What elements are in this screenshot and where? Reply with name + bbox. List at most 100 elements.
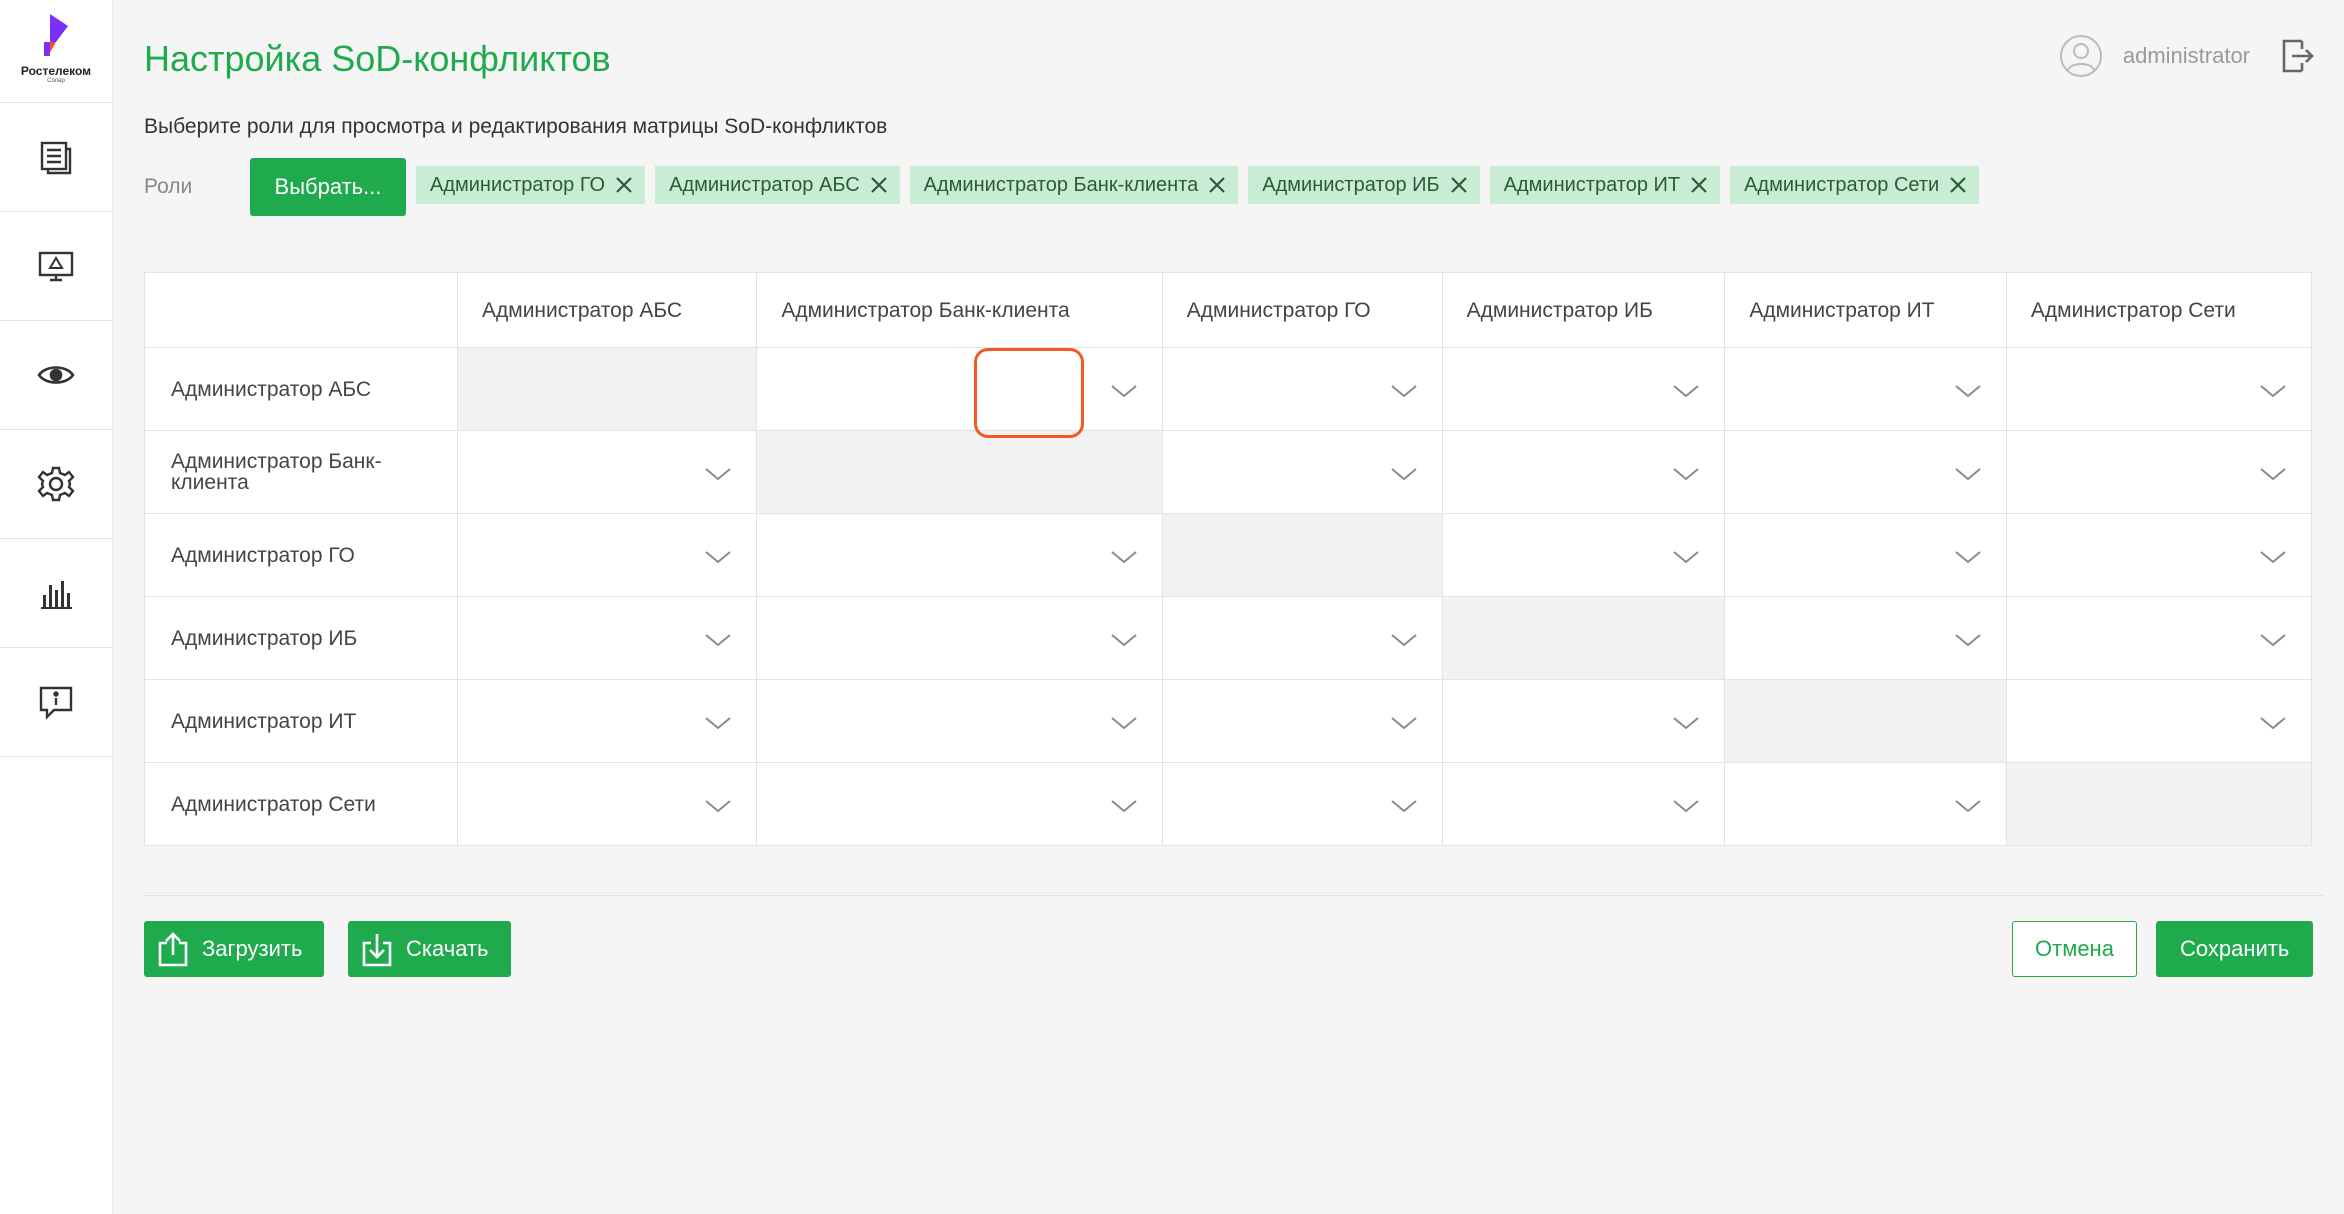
info-message-icon — [39, 686, 73, 720]
role-tag: Администратор АБС — [655, 166, 900, 204]
chevron-down-icon — [1390, 800, 1417, 813]
role-tags: Администратор ГО Администратор АБС Админис… — [416, 166, 1980, 204]
conflict-select[interactable] — [756, 596, 1163, 680]
conflict-select[interactable] — [2005, 347, 2313, 431]
column-header: Администратор ИТ — [1724, 272, 2007, 348]
chevron-down-icon — [1111, 634, 1137, 647]
role-tag-label: Администратор Сети — [1744, 173, 1940, 196]
conflict-select[interactable] — [1161, 596, 1443, 680]
download-button[interactable]: Скачать — [348, 921, 511, 977]
chevron-down-icon — [1111, 385, 1137, 398]
conflict-select[interactable] — [456, 596, 758, 680]
remove-tag-icon[interactable] — [1206, 174, 1228, 196]
chevron-down-icon — [2260, 551, 2286, 564]
conflict-select[interactable] — [2005, 513, 2313, 597]
conflict-select[interactable] — [1161, 347, 1443, 431]
download-label: Скачать — [406, 936, 489, 961]
conflict-select[interactable] — [1441, 679, 1726, 763]
conflict-select[interactable] — [1724, 430, 2007, 514]
chevron-down-icon — [1673, 800, 1699, 813]
remove-tag-icon[interactable] — [868, 174, 890, 196]
sidebar-item-monitor[interactable] — [0, 212, 112, 321]
chevron-down-icon — [1955, 468, 1981, 481]
column-header: Администратор АБС — [456, 272, 758, 348]
sidebar: Ростелеком Солар — [0, 0, 113, 1214]
row-header: Администратор Банк-клиента — [144, 430, 458, 514]
conflict-select[interactable] — [756, 513, 1163, 597]
chevron-down-icon — [1673, 717, 1699, 730]
role-tag: Администратор ИБ — [1248, 166, 1480, 204]
conflict-select[interactable] — [456, 762, 758, 846]
conflict-select[interactable] — [756, 762, 1163, 846]
table-row: Администратор ИТ — [144, 679, 2313, 763]
divider — [144, 895, 2324, 896]
conflict-select[interactable] — [456, 679, 758, 763]
table-row: Администратор Банк-клиента — [144, 430, 2313, 514]
sidebar-item-settings[interactable] — [0, 430, 112, 539]
chevron-down-icon — [705, 634, 731, 647]
conflict-select[interactable] — [1724, 513, 2007, 597]
chevron-down-icon — [1390, 468, 1417, 481]
highlighted-cell — [974, 348, 1084, 438]
sidebar-item-documents[interactable] — [0, 103, 112, 212]
sod-matrix: Администратор АБС Администратор Банк-клие… — [144, 272, 2313, 846]
conflict-select[interactable] — [756, 679, 1163, 763]
remove-tag-icon[interactable] — [1448, 174, 1470, 196]
remove-tag-icon[interactable] — [613, 174, 635, 196]
sidebar-item-reports[interactable] — [0, 539, 112, 648]
conflict-select[interactable] — [2005, 430, 2313, 514]
chevron-down-icon — [1955, 385, 1981, 398]
roles-instruction: Выберите роли для просмотра и редактиров… — [144, 115, 888, 138]
conflict-select[interactable] — [1441, 762, 1726, 846]
row-header: Администратор АБС — [144, 347, 458, 431]
conflict-select[interactable] — [1724, 762, 2007, 846]
matrix-cell-disabled — [456, 347, 758, 431]
cancel-button[interactable]: Отмена — [2012, 921, 2137, 977]
role-tag-label: Администратор ГО — [430, 173, 606, 196]
conflict-select[interactable] — [2005, 596, 2313, 680]
select-roles-button[interactable]: Выбрать... — [250, 158, 406, 216]
role-tag: Администратор ГО — [416, 166, 646, 204]
chevron-down-icon — [705, 551, 731, 564]
conflict-select[interactable] — [1724, 347, 2007, 431]
logout-icon[interactable] — [2280, 37, 2314, 75]
avatar-icon[interactable] — [2059, 34, 2103, 78]
chevron-down-icon — [1955, 551, 1981, 564]
upload-button[interactable]: Загрузить — [144, 921, 325, 977]
remove-tag-icon[interactable] — [1688, 174, 1710, 196]
chevron-down-icon — [705, 717, 731, 730]
table-row: Администратор ИБ — [144, 596, 2313, 680]
conflict-select[interactable] — [1161, 679, 1443, 763]
conflict-select[interactable] — [456, 513, 758, 597]
chevron-down-icon — [1111, 551, 1137, 564]
matrix-cell-disabled — [1724, 679, 2007, 763]
conflict-select[interactable] — [1161, 430, 1443, 514]
chevron-down-icon — [1673, 385, 1699, 398]
conflict-select[interactable] — [1724, 596, 2007, 680]
conflict-select[interactable] — [456, 430, 758, 514]
main-content: Настройка SoD-конфликтов administrator В… — [112, 0, 2344, 1214]
sidebar-item-feedback[interactable] — [0, 648, 112, 757]
chevron-down-icon — [1673, 468, 1699, 481]
sidebar-item-view[interactable] — [0, 321, 112, 430]
conflict-select[interactable] — [1441, 513, 1726, 597]
save-button[interactable]: Сохранить — [2156, 921, 2314, 977]
conflict-select[interactable] — [1161, 762, 1443, 846]
conflict-select[interactable] — [2005, 679, 2313, 763]
chevron-down-icon — [2260, 634, 2286, 647]
conflict-select[interactable] — [756, 347, 1163, 431]
row-header: Администратор ИТ — [144, 679, 458, 763]
chevron-down-icon — [1673, 551, 1699, 564]
page-title: Настройка SoD-конфликтов — [144, 38, 611, 79]
table-row: Администратор АБС — [144, 347, 2313, 431]
monitor-icon — [38, 251, 74, 282]
roles-label: Роли — [144, 175, 193, 198]
logo-text: Ростелеком — [20, 64, 92, 78]
download-icon — [362, 934, 392, 967]
remove-tag-icon[interactable] — [1947, 174, 1969, 196]
conflict-select[interactable] — [1441, 430, 1726, 514]
conflict-select[interactable] — [1441, 347, 1726, 431]
logo-icon — [44, 14, 68, 56]
upload-label: Загрузить — [202, 936, 303, 961]
logo: Ростелеком Солар — [0, 0, 112, 103]
